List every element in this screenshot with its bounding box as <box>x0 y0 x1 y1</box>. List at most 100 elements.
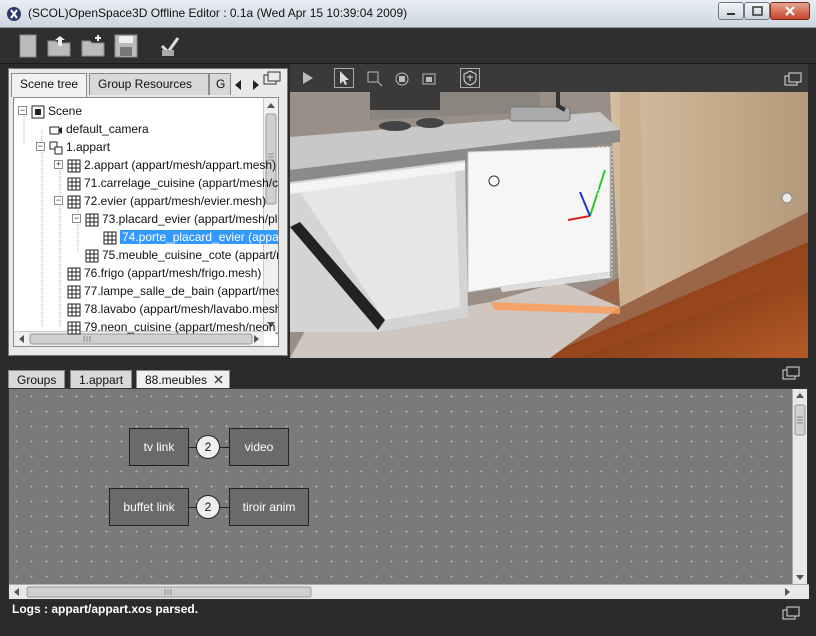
move-button[interactable] <box>364 68 384 88</box>
link-count-badge[interactable]: 2 <box>196 495 220 519</box>
undock-icon[interactable] <box>782 606 800 620</box>
tab-groups[interactable]: Groups <box>8 370 66 388</box>
mesh-icon <box>85 213 99 227</box>
play-button[interactable] <box>298 68 318 88</box>
new-icon <box>19 34 37 58</box>
tab-1-appart[interactable]: 1.appart <box>70 370 133 388</box>
collapse-icon[interactable]: − <box>72 214 81 224</box>
close-tab-icon[interactable] <box>214 375 223 384</box>
tab-scroll-arrows[interactable] <box>233 79 263 91</box>
tree-item[interactable]: − 1.appart <box>36 138 110 156</box>
tab-label: Groups <box>17 373 57 387</box>
import-button[interactable] <box>80 32 108 60</box>
tree-item[interactable]: − Scene <box>18 102 82 120</box>
scrollbar-art <box>794 393 806 580</box>
node-label: buffet link <box>123 500 175 514</box>
undock-icon[interactable] <box>263 71 281 85</box>
tree-item[interactable]: 71.carrelage_cuisine (appart/mesh/carrel… <box>54 174 278 192</box>
link-graph[interactable]: tv link 2 video buffet link 2 tiroir ani… <box>8 388 809 600</box>
graph-node-buffet-link[interactable]: buffet link <box>109 488 189 526</box>
scale-button[interactable] <box>420 68 440 88</box>
app-logo-icon <box>7 7 21 21</box>
tree-item[interactable]: 75.meuble_cuisine_cote (appart/mesh/meub… <box>72 246 278 264</box>
tree-item[interactable]: − 72.evier (appart/mesh/evier.mesh) <box>54 192 266 210</box>
node-label: tv link <box>143 440 175 454</box>
chevron-left-icon <box>235 80 241 90</box>
viewport-toolbar <box>290 64 808 92</box>
rotate-icon <box>395 72 409 86</box>
scrollbar-art <box>14 586 790 598</box>
mesh-icon <box>67 321 81 335</box>
tree-item-label: 2.appart (appart/mesh/appart.mesh) <box>84 158 277 172</box>
chevron-right-icon <box>253 80 259 90</box>
link-count: 2 <box>204 500 212 514</box>
group-icon <box>49 141 63 155</box>
collapse-icon[interactable]: − <box>36 142 45 152</box>
link-count: 2 <box>204 440 212 454</box>
close-icon <box>785 6 795 16</box>
main-toolbar <box>0 28 816 64</box>
tree-item[interactable]: − 73.placard_evier (appart/mesh/placard_e… <box>72 210 279 228</box>
render-button[interactable] <box>460 68 480 88</box>
maximize-button[interactable] <box>744 2 770 20</box>
mesh-icon <box>67 303 81 317</box>
link-count-badge[interactable]: 2 <box>196 435 220 459</box>
tree-item[interactable]: +2.appart (appart/mesh/appart.mesh) <box>54 156 276 174</box>
tab-88-meubles[interactable]: 88.meubles <box>136 370 231 388</box>
camera-icon <box>49 123 63 137</box>
tree-item-label: 75.meuble_cuisine_cote (appart/mesh/meub… <box>102 248 278 262</box>
expand-icon[interactable]: + <box>54 160 63 170</box>
mesh-icon <box>67 159 81 173</box>
editor-window: (SCOL)OpenSpace3D Offline Editor : 0.1a … <box>0 0 816 636</box>
collapse-icon[interactable]: − <box>54 196 63 206</box>
open-button[interactable] <box>46 32 74 60</box>
tab-group-resources[interactable]: Group Resources <box>89 73 209 95</box>
graph-horizontal-scrollbar[interactable] <box>9 584 809 599</box>
tab-label: 88.meubles <box>145 373 208 387</box>
3d-viewport[interactable] <box>290 92 808 358</box>
maximize-icon <box>752 6 763 16</box>
rotate-button[interactable] <box>392 68 412 88</box>
tree-item-label: 73.placard_evier (appart/mesh/placard_ev… <box>102 212 279 226</box>
window-title: (SCOL)OpenSpace3D Offline Editor : 0.1a … <box>28 6 408 20</box>
tree-item[interactable]: default_camera <box>36 120 149 138</box>
minimize-button[interactable] <box>718 2 744 20</box>
close-button[interactable] <box>770 2 810 20</box>
node-label: tiroir anim <box>242 500 296 514</box>
kitchen-scene-render <box>290 92 808 358</box>
select-button[interactable] <box>334 68 354 88</box>
collapse-icon[interactable]: − <box>18 106 27 116</box>
graph-vertical-scrollbar[interactable] <box>792 389 807 585</box>
tree-item-label: 72.evier (appart/mesh/evier.mesh) <box>84 194 267 208</box>
undock-icon[interactable] <box>782 366 800 380</box>
tab-label: Scene tree <box>20 77 79 91</box>
tree-item[interactable]: 79.neon_cuisine (appart/mesh/neon_cuisin… <box>54 318 278 336</box>
save-button[interactable] <box>112 32 140 60</box>
graph-node-video[interactable]: video <box>229 428 289 466</box>
tree-item[interactable]: 74.porte_placard_evier (appart/mesh/port… <box>90 228 278 246</box>
import-icon <box>81 35 105 57</box>
tree-item-label: Scene <box>48 104 83 118</box>
new-button[interactable] <box>14 32 42 60</box>
cursor-icon <box>340 71 349 85</box>
graph-node-tiroir-anim[interactable]: tiroir anim <box>229 488 309 526</box>
tree-item-label: 76.frigo (appart/mesh/frigo.mesh) <box>84 266 262 280</box>
tree-item[interactable]: 78.lavabo (appart/mesh/lavabo.mesh) <box>54 300 278 318</box>
tab-g[interactable]: G <box>209 73 231 95</box>
scale-icon <box>422 73 436 85</box>
tab-label: Group Resources <box>98 77 193 91</box>
undock-icon[interactable] <box>784 72 802 86</box>
mesh-icon <box>67 195 81 209</box>
tool-button[interactable] <box>156 32 184 60</box>
tree-item-label: 77.lampe_salle_de_bain (appart/mesh/lamp… <box>84 284 278 298</box>
scene-tree: − Scene default_camera −1.appart +2.appart (… <box>13 97 279 347</box>
tab-scene-tree[interactable]: Scene tree <box>11 73 87 97</box>
tree-item[interactable]: 76.frigo (appart/mesh/frigo.mesh) <box>54 264 261 282</box>
tree-item[interactable]: 77.lampe_salle_de_bain (appart/mesh/lamp… <box>54 282 278 300</box>
tree-item-label: 1.appart <box>66 140 111 154</box>
title-bar: (SCOL)OpenSpace3D Offline Editor : 0.1a … <box>0 0 816 28</box>
minimize-icon <box>727 13 735 15</box>
graph-node-tv-link[interactable]: tv link <box>129 428 189 466</box>
mesh-icon <box>67 267 81 281</box>
scene-icon <box>31 105 45 119</box>
